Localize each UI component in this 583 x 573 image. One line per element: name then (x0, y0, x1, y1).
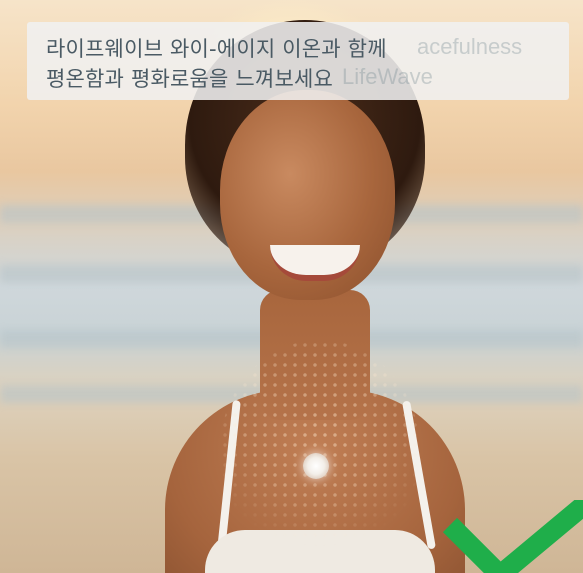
patch-device (303, 453, 329, 479)
energy-dots-pattern (220, 340, 420, 560)
caption-text: 라이프웨이브 와이-에이지 이온과 함께 평온함과 평화로움을 느껴보세요 (46, 34, 546, 94)
image-frame: acefulness LifeWave 라이프웨이브 와이-에이지 이온과 함께… (0, 0, 583, 573)
caption-line-1: 라이프웨이브 와이-에이지 이온과 함께 (46, 37, 387, 61)
caption-line-2: 평온함과 평화로움을 느껴보세요 (46, 67, 334, 91)
